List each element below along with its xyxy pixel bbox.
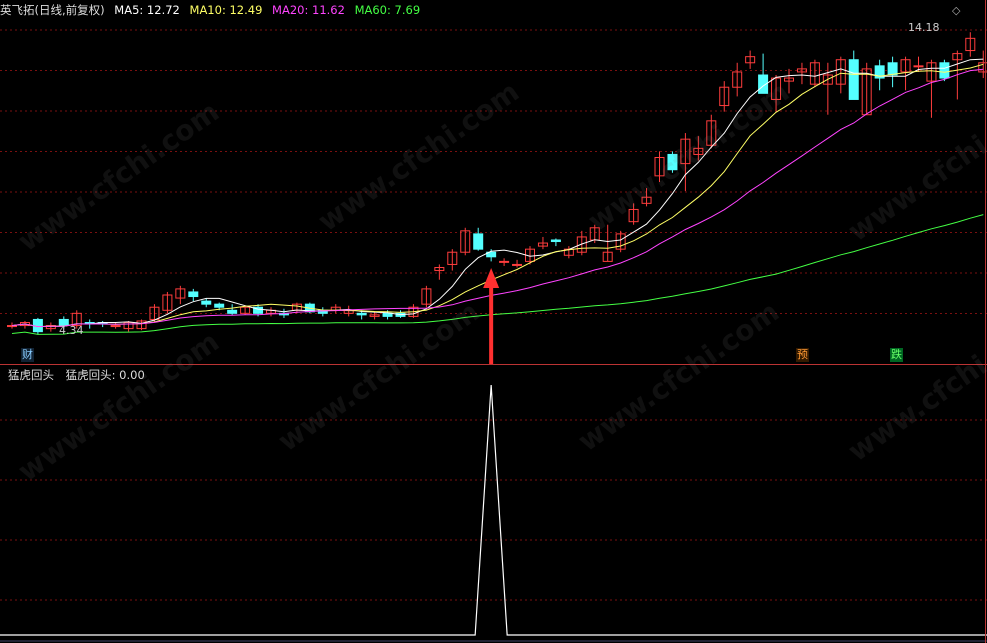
candle-body [214, 303, 225, 308]
main-price-panel[interactable]: 英飞拓(日线,前复权) MA5: 12.72 MA10: 12.49 MA20:… [0, 0, 987, 364]
candle-body [356, 312, 367, 316]
badge-cai[interactable]: 财 [21, 348, 34, 362]
candle-body [939, 62, 950, 79]
candle-body [110, 325, 121, 328]
ma60-label: MA60: 7.69 [354, 3, 421, 17]
candle-body [499, 260, 510, 263]
signal-line [0, 384, 987, 636]
candle-body [382, 312, 393, 317]
candle-body [473, 233, 484, 250]
ma60-line [11, 214, 984, 335]
candle-body [512, 263, 523, 266]
indicator-panel[interactable]: 猛虎回头 猛虎回头: 0.00 [0, 365, 987, 643]
stock-title: 英飞拓(日线,前复权) [0, 3, 105, 17]
indicator-legend: 猛虎回头 猛虎回头: 0.00 [0, 367, 145, 383]
candle-body [227, 309, 238, 314]
right-border [985, 0, 986, 643]
candle-body [913, 65, 924, 68]
indicator-title: 猛虎回头 [8, 368, 54, 382]
candle-body [201, 300, 212, 305]
main-legend: 英飞拓(日线,前复权) MA5: 12.72 MA10: 12.49 MA20:… [0, 2, 426, 18]
indicator-chart[interactable] [0, 365, 987, 643]
high-price-label: 14.18 [908, 21, 940, 34]
ma5-label: MA5: 12.72 [114, 3, 180, 17]
diamond-icon[interactable]: ◇ [951, 4, 961, 18]
badge-die[interactable]: 跌 [890, 348, 903, 362]
candle-body [550, 239, 561, 243]
low-price-label: 4.34 [59, 324, 84, 337]
candle-body [188, 291, 199, 298]
indicator-value: 猛虎回头: 0.00 [65, 368, 145, 382]
ma20-label: MA20: 11.62 [272, 3, 345, 17]
candle-body [848, 59, 859, 100]
candle-body [887, 62, 898, 76]
candlestick-chart[interactable] [0, 0, 987, 364]
ma20-line [11, 68, 984, 328]
badge-yu[interactable]: 预 [796, 348, 809, 362]
ma10-label: MA10: 12.49 [189, 3, 263, 17]
candle-body [667, 153, 678, 171]
